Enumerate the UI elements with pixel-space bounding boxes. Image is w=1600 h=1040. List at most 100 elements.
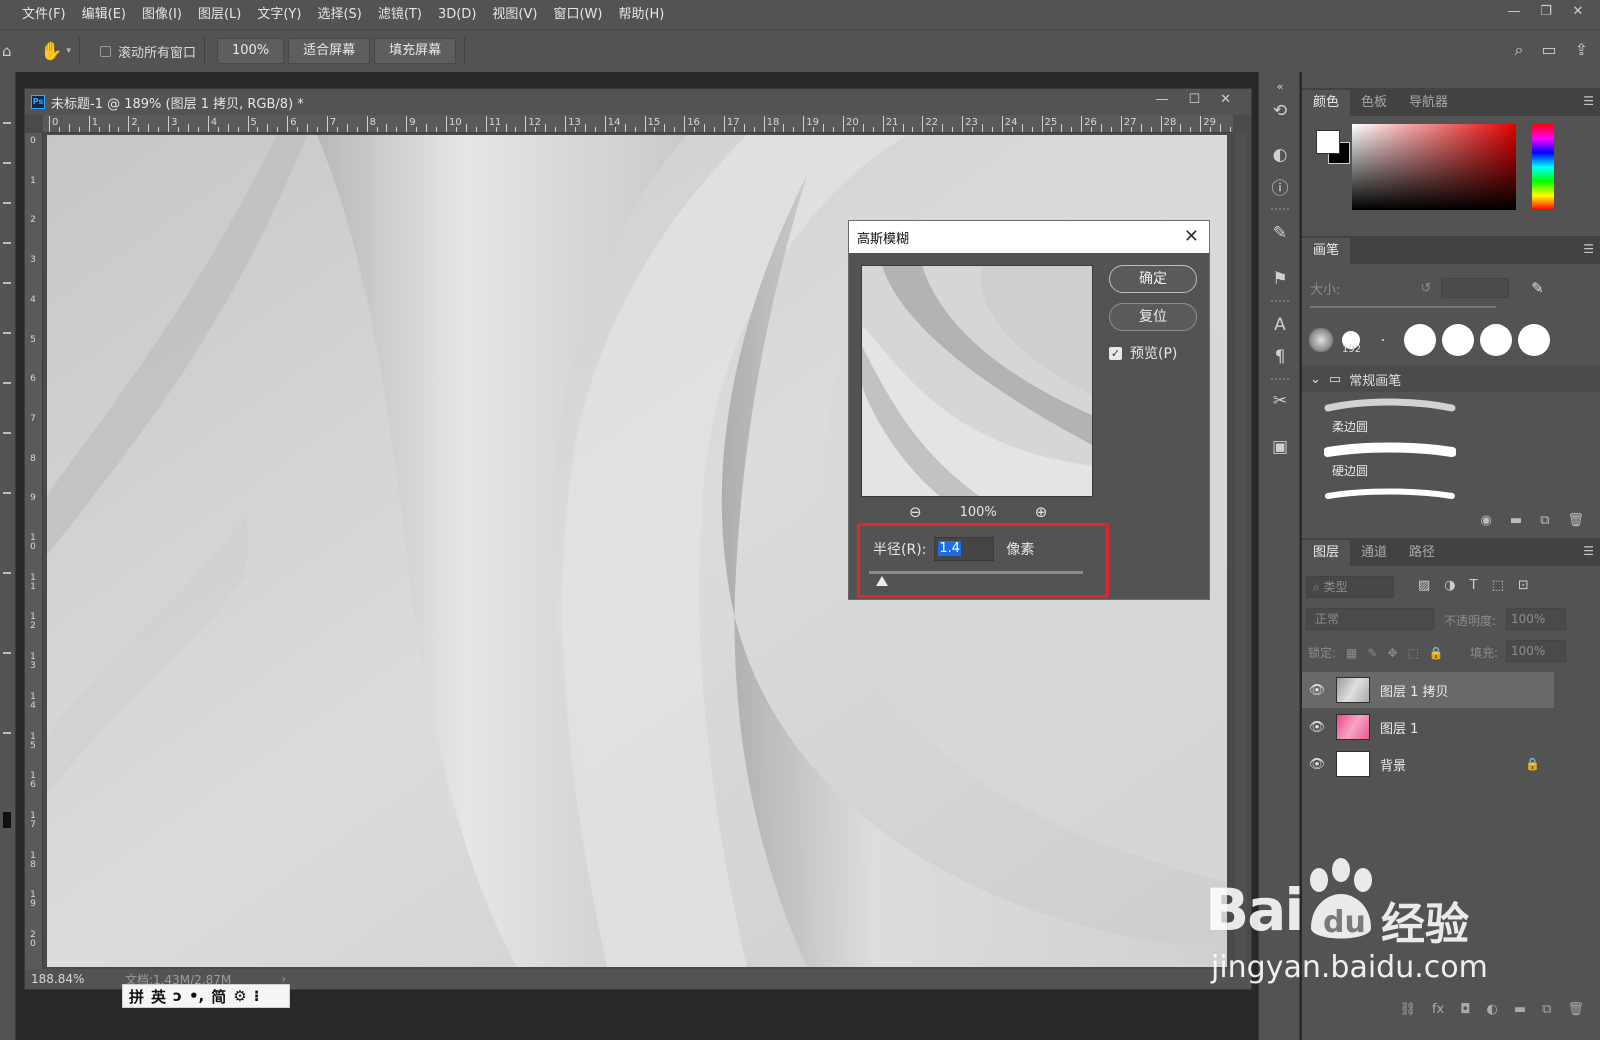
tool-presets-icon[interactable]: ✂ bbox=[1269, 390, 1291, 412]
eye-icon[interactable]: 👁 bbox=[1302, 720, 1332, 735]
status-zoom[interactable]: 188.84% bbox=[31, 972, 125, 986]
foreground-color-swatch[interactable] bbox=[3, 812, 11, 828]
vertical-ruler[interactable]: 01234567891011121314151617181920 bbox=[25, 133, 43, 969]
brush-tip-hard[interactable] bbox=[1442, 324, 1474, 356]
brush-size-input[interactable] bbox=[1441, 278, 1510, 298]
blend-mode-select[interactable]: 正常 bbox=[1306, 608, 1434, 630]
restore-button[interactable]: ❐ bbox=[1532, 0, 1560, 24]
menu-view[interactable]: 视图(V) bbox=[484, 0, 545, 29]
vertical-scrollbar[interactable] bbox=[1235, 133, 1247, 969]
lock-all-icon[interactable]: 🔒 bbox=[1429, 646, 1444, 660]
brush-folder[interactable]: ⌄ ▭ 常规画笔 bbox=[1302, 366, 1600, 392]
panel-menu-icon[interactable]: ☰ bbox=[1583, 544, 1594, 558]
tool-icon[interactable] bbox=[3, 332, 11, 334]
dialog-title-bar[interactable]: 高斯模糊 ✕ bbox=[849, 221, 1209, 253]
tool-icon[interactable] bbox=[3, 572, 11, 574]
hand-tool-icon[interactable]: ✋ bbox=[40, 41, 62, 62]
doc-maximize-button[interactable]: ☐ bbox=[1188, 92, 1200, 107]
menu-select[interactable]: 选择(S) bbox=[309, 0, 369, 29]
chevron-down-icon[interactable]: ⌄ bbox=[1310, 372, 1321, 387]
tool-icon[interactable] bbox=[3, 282, 11, 284]
dialog-close-icon[interactable]: ✕ bbox=[1184, 226, 1199, 247]
menu-window[interactable]: 窗口(W) bbox=[545, 0, 610, 29]
menu-file[interactable]: 文件(F) bbox=[0, 0, 74, 29]
tool-icon[interactable] bbox=[3, 122, 11, 124]
menu-layer[interactable]: 图层(L) bbox=[190, 0, 249, 29]
shape-filter-icon[interactable]: ⬚ bbox=[1492, 578, 1504, 593]
menu-image[interactable]: 图像(I) bbox=[134, 0, 190, 29]
home-icon[interactable]: ⌂ bbox=[2, 42, 18, 60]
menu-edit[interactable]: 编辑(E) bbox=[74, 0, 134, 29]
tool-icon[interactable] bbox=[3, 242, 11, 244]
minimize-button[interactable]: — bbox=[1500, 0, 1528, 24]
toggle-preview-icon[interactable]: ◉ bbox=[1481, 513, 1492, 528]
ime-more[interactable]: ⁝ bbox=[254, 987, 260, 1005]
image-filter-icon[interactable]: ▨ bbox=[1418, 578, 1430, 593]
layer-row[interactable]: 👁 图层 1 拷贝 bbox=[1302, 672, 1554, 708]
lock-pixels-icon[interactable]: ✎ bbox=[1367, 646, 1377, 660]
new-layer-icon[interactable]: ⧉ bbox=[1542, 1002, 1551, 1017]
brush-tip-dot[interactable] bbox=[1382, 339, 1384, 341]
share-icon[interactable]: ⇪ bbox=[1575, 40, 1588, 60]
new-group-icon[interactable]: ▬ bbox=[1514, 1002, 1526, 1017]
doc-close-button[interactable]: ✕ bbox=[1220, 92, 1231, 107]
fill-screen-button[interactable]: 填充屏幕 bbox=[374, 38, 457, 64]
new-folder-icon[interactable]: ▬ bbox=[1510, 513, 1522, 528]
collapse-icon[interactable]: « bbox=[1269, 76, 1291, 98]
brush-tip-hard[interactable] bbox=[1480, 324, 1512, 356]
character-icon[interactable]: A bbox=[1269, 314, 1291, 336]
tab-color[interactable]: 颜色 bbox=[1302, 90, 1351, 116]
type-filter-icon[interactable]: T bbox=[1470, 578, 1478, 593]
brush-preset-label[interactable]: 硬边圆 bbox=[1332, 462, 1368, 479]
panel-menu-icon[interactable]: ☰ bbox=[1583, 94, 1594, 108]
adjustment-filter-icon[interactable]: ◑ bbox=[1444, 578, 1455, 593]
tool-icon[interactable] bbox=[3, 732, 11, 734]
fill-input[interactable]: 100% bbox=[1506, 640, 1566, 662]
fx-icon[interactable]: fx bbox=[1432, 1002, 1444, 1017]
ime-simplified[interactable]: 简 bbox=[211, 986, 226, 1007]
adjustments-icon[interactable]: ◐ bbox=[1269, 144, 1291, 166]
new-brush-icon[interactable]: ✎ bbox=[1531, 279, 1544, 297]
doc-minimize-button[interactable]: — bbox=[1155, 92, 1168, 107]
document-tab[interactable]: Ps 未标题-1 @ 189% (图层 1 拷贝, RGB/8) * — ☐ ✕ bbox=[25, 89, 1251, 115]
brush-stroke-soft[interactable] bbox=[1324, 396, 1456, 418]
color-field[interactable] bbox=[1352, 124, 1516, 210]
close-button[interactable]: ✕ bbox=[1564, 0, 1592, 24]
trash-icon[interactable]: 🗑 bbox=[1567, 1002, 1584, 1017]
ime-pinyin[interactable]: 拼 bbox=[129, 986, 144, 1007]
adjustment-layer-icon[interactable]: ◐ bbox=[1487, 1002, 1498, 1017]
menu-3d[interactable]: 3D(D) bbox=[430, 0, 484, 29]
link-layers-icon[interactable]: ⛓ bbox=[1399, 1002, 1416, 1017]
info-icon[interactable]: ⓘ bbox=[1269, 178, 1291, 200]
ime-english[interactable]: 英 bbox=[151, 986, 166, 1007]
layer-name[interactable]: 背景 bbox=[1380, 755, 1406, 774]
tool-icon[interactable] bbox=[3, 652, 11, 654]
paragraph-icon[interactable]: ¶ bbox=[1269, 346, 1291, 368]
zoom-out-icon[interactable]: ⊖ bbox=[909, 503, 922, 521]
tool-icon[interactable] bbox=[3, 432, 11, 434]
layer-filter-select[interactable]: ⌕ 类型 bbox=[1306, 576, 1394, 598]
preview-checkbox[interactable]: ✓ 预览(P) bbox=[1109, 343, 1177, 363]
menu-filter[interactable]: 滤镜(T) bbox=[370, 0, 430, 29]
ok-button[interactable]: 确定 bbox=[1109, 265, 1197, 293]
reset-icon[interactable]: ↺ bbox=[1420, 281, 1431, 296]
search-icon[interactable]: ⌕ bbox=[1515, 40, 1524, 60]
zoom-in-icon[interactable]: ⊕ bbox=[1035, 503, 1048, 521]
workspace-icon[interactable]: ▭ bbox=[1541, 40, 1556, 60]
clone-source-icon[interactable]: ⚑ bbox=[1269, 268, 1291, 290]
menu-help[interactable]: 帮助(H) bbox=[610, 0, 672, 29]
properties-icon[interactable]: ▣ bbox=[1269, 436, 1291, 458]
brush-tip-hard[interactable] bbox=[1404, 324, 1436, 356]
zoom-100-button[interactable]: 100% bbox=[216, 38, 285, 64]
opacity-input[interactable]: 100% bbox=[1506, 608, 1566, 630]
horizontal-ruler[interactable]: 0 1 2 3 4 5 6 7 8 9 10 11 12 13 14 15 16 17 18 19 20 21 22 23 24… bbox=[43, 115, 1233, 133]
brush-preset-label[interactable]: 柔边圆 bbox=[1332, 418, 1368, 435]
add-mask-icon[interactable]: ◘ bbox=[1460, 1002, 1470, 1017]
brush-size-slider[interactable] bbox=[1310, 306, 1496, 308]
lock-position-icon[interactable]: ✥ bbox=[1387, 646, 1397, 660]
trash-icon[interactable]: 🗑 bbox=[1567, 513, 1584, 528]
reset-button[interactable]: 复位 bbox=[1109, 303, 1197, 331]
layer-name[interactable]: 图层 1 bbox=[1380, 718, 1418, 737]
fit-screen-button[interactable]: 适合屏幕 bbox=[288, 38, 371, 64]
foreground-color-swatch[interactable] bbox=[1316, 130, 1340, 154]
